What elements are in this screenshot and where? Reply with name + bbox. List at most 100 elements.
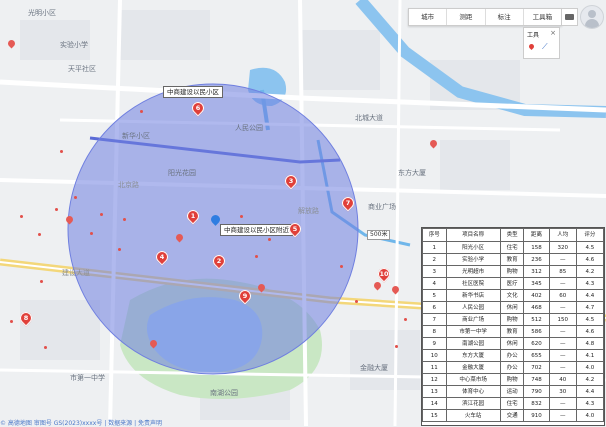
- table-row[interactable]: 10 东方大厦 办公 655—4.1: [422, 349, 604, 362]
- poi-dot[interactable]: [60, 150, 63, 153]
- table-body: 1 阳光小区 住宅 158 320 4.5 2 实验小学 教育 236—4.6 3 光明超市 购物 312…: [422, 241, 604, 422]
- table-cell: 60: [548, 289, 577, 302]
- table-cell: 文化: [499, 289, 525, 302]
- table-cell: 实验小学: [445, 253, 501, 266]
- table-row[interactable]: 15 火车站 交通 910—4.0: [422, 409, 604, 422]
- avatar[interactable]: [580, 5, 604, 29]
- table-cell: 12: [422, 373, 447, 386]
- poi-dot[interactable]: [404, 318, 407, 321]
- poi-dot[interactable]: [268, 238, 271, 241]
- table-cell: 8: [422, 325, 447, 338]
- table-row[interactable]: 4 社区医院 医疗 345—4.3: [422, 277, 604, 290]
- map-marker[interactable]: 2: [210, 252, 228, 270]
- map-marker[interactable]: 8: [17, 309, 35, 327]
- table-cell: 1: [422, 241, 447, 254]
- table-row[interactable]: 13 体育中心 运动 790 30 4.4: [422, 385, 604, 398]
- table-cell: —: [548, 397, 577, 410]
- map-marker[interactable]: 6: [189, 99, 207, 117]
- poi-pin[interactable]: [392, 286, 399, 294]
- area-label: 南湖公园: [210, 389, 238, 397]
- table-cell: 交通: [499, 409, 525, 422]
- poi-dot[interactable]: [118, 248, 121, 251]
- poi-dot[interactable]: [340, 265, 343, 268]
- map-marker[interactable]: 7: [339, 194, 357, 212]
- poi-dot[interactable]: [55, 208, 58, 211]
- map-marker[interactable]: 5: [286, 220, 304, 238]
- poi-pin[interactable]: [66, 216, 73, 224]
- poi-pin[interactable]: [8, 40, 15, 48]
- poi-dot[interactable]: [140, 110, 143, 113]
- table-cell: 新华书店: [445, 289, 501, 302]
- table-cell: 市第一中学: [445, 325, 501, 338]
- map-marker[interactable]: 4: [153, 248, 171, 266]
- table-row[interactable]: 14 滨江花园 住宅 832—4.3: [422, 397, 604, 410]
- table-cell: 4.6: [575, 325, 604, 338]
- toolbar-measure[interactable]: 测距: [447, 9, 486, 25]
- table-cell: 办公: [499, 361, 525, 374]
- poi-dot[interactable]: [40, 280, 43, 283]
- table-cell: 85: [548, 265, 577, 278]
- poi-dot[interactable]: [20, 215, 23, 218]
- poi-dot[interactable]: [10, 320, 13, 323]
- search-radius-circle: [67, 83, 359, 375]
- table-cell: 6: [422, 301, 447, 314]
- table-cell: 商业广场: [445, 313, 501, 326]
- keyboard-icon: [565, 14, 574, 20]
- table-cell: 社区医院: [445, 277, 501, 290]
- search-center-pin[interactable]: [211, 215, 220, 226]
- poi-dot[interactable]: [123, 218, 126, 221]
- poi-pin[interactable]: [430, 140, 437, 148]
- tools-panel: 工具 × ⟋: [523, 27, 560, 59]
- map-marker[interactable]: 9: [236, 287, 254, 305]
- poi-dot[interactable]: [355, 300, 358, 303]
- table-cell: 4.3: [575, 277, 604, 290]
- poi-dot[interactable]: [255, 255, 258, 258]
- table-row[interactable]: 5 新华书店 文化 402 60 4.4: [422, 289, 604, 302]
- toolbar-city[interactable]: 城市: [409, 9, 448, 25]
- table-row[interactable]: 6 人民公园 休闲 468—4.7: [422, 301, 604, 314]
- table-row[interactable]: 3 光明超市 购物 312 85 4.2: [422, 265, 604, 278]
- poi-dot[interactable]: [74, 196, 77, 199]
- table-cell: 4.4: [575, 289, 604, 302]
- table-cell: 休闲: [499, 337, 525, 350]
- table-cell: 4.2: [575, 373, 604, 386]
- map-marker[interactable]: 1: [184, 207, 202, 225]
- poi-dot[interactable]: [240, 215, 243, 218]
- table-row[interactable]: 9 南湖公园 休闲 620—4.8: [422, 337, 604, 350]
- table-row[interactable]: 11 金融大厦 办公 702—4.0: [422, 361, 604, 374]
- table-cell: 金融大厦: [445, 361, 501, 374]
- table-row[interactable]: 8 市第一中学 教育 586—4.6: [422, 325, 604, 338]
- poi-pin[interactable]: [150, 340, 157, 348]
- keyboard-button[interactable]: [561, 8, 578, 26]
- poi-dot[interactable]: [90, 232, 93, 235]
- poi-dot[interactable]: [44, 346, 47, 349]
- poi-pin[interactable]: [176, 234, 183, 242]
- close-icon[interactable]: ×: [550, 29, 556, 37]
- table-cell: 4: [422, 277, 447, 290]
- area-label: 实验小学: [60, 41, 88, 49]
- poi-dot[interactable]: [100, 213, 103, 216]
- table-cell: 阳光小区: [445, 241, 501, 254]
- table-cell: 10: [422, 349, 447, 362]
- table-row[interactable]: 2 实验小学 教育 236—4.6: [422, 253, 604, 266]
- table-cell: 512: [523, 313, 550, 326]
- line-tool-icon[interactable]: ⟋: [542, 42, 548, 52]
- poi-pin[interactable]: [374, 282, 381, 290]
- marker-tool-icon[interactable]: [529, 44, 534, 50]
- scale-label: 500米: [367, 230, 391, 240]
- table-row[interactable]: 12 中心菜市场 购物 748 40 4.2: [422, 373, 604, 386]
- map-marker[interactable]: 10: [375, 265, 393, 283]
- toolbar-toolbox[interactable]: 工具箱: [524, 9, 561, 25]
- table-cell: 30: [548, 385, 577, 398]
- table-cell: 150: [548, 313, 577, 326]
- map-marker[interactable]: 3: [282, 172, 300, 190]
- poi-pin[interactable]: [258, 284, 265, 292]
- table-row[interactable]: 1 阳光小区 住宅 158 320 4.5: [422, 241, 604, 254]
- toolbar-mark[interactable]: 标注: [486, 9, 524, 25]
- poi-dot[interactable]: [395, 345, 398, 348]
- table-header-cell: 类型: [499, 228, 525, 242]
- poi-dot[interactable]: [38, 233, 41, 236]
- table-row[interactable]: 7 商业广场 购物 512 150 4.5: [422, 313, 604, 326]
- table-cell: 790: [523, 385, 550, 398]
- table-cell: 运动: [499, 385, 525, 398]
